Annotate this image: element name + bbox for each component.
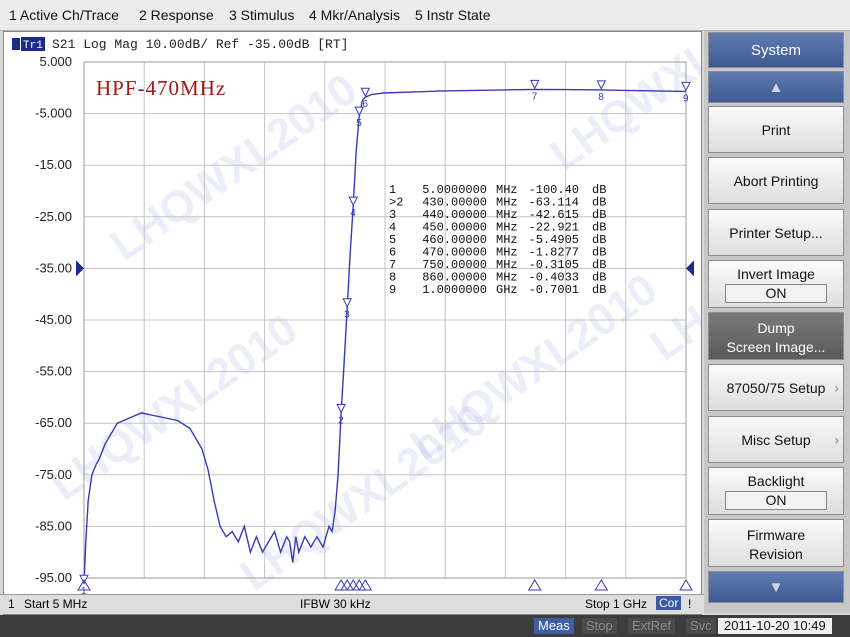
y-tick-label: -35.00 [35,260,72,275]
marker-stimulus-triangle [334,579,349,591]
firmware-revision-button[interactable]: Firmware Revision [708,519,844,567]
active-trace-indicator [12,38,20,50]
marker-number: 4 [350,208,356,219]
marker-flag[interactable] [348,196,359,207]
plot-area[interactable]: LHQWXL2010LHQWXL2010LHQWXL2010LHQWXL2010… [4,32,701,594]
print-button[interactable]: Print [708,106,844,153]
y-tick-label: -5.000 [35,106,72,121]
softkey-scroll-down-button[interactable]: ▼ [708,571,844,603]
y-tick-label: 5.000 [39,54,72,69]
marker-readout-value: -0.7001 [529,283,579,297]
marker-readout-unit: GHz [496,283,518,297]
marker-flag[interactable] [336,403,346,414]
marker-number: 2 [338,415,344,426]
setup-87050-button[interactable]: 87050/75 Setup › [708,364,844,411]
marker-stimulus-triangle [527,579,542,591]
ref-level-marker-left [76,260,84,277]
marker-number: 3 [344,310,350,321]
chart-title: HPF-470MHz [96,76,226,100]
backlight-toggle[interactable]: Backlight ON [708,467,844,515]
start-frequency[interactable]: Start 5 MHz [24,597,87,611]
printer-setup-button[interactable]: Printer Setup... [708,209,844,256]
marker-stimulus-triangle [352,579,367,591]
invert-image-toggle[interactable]: Invert Image ON [708,260,844,308]
marker-stimulus-triangle [679,579,693,591]
marker-stimulus-triangle [358,579,373,591]
trace-header: S21 Log Mag 10.00dB/ Ref -35.00dB [RT] [52,37,348,52]
svc-indicator: Svc [686,618,716,634]
ifbw-setting[interactable]: IFBW 30 kHz [300,597,371,611]
stop-frequency[interactable]: Stop 1 GHz [585,597,647,611]
watermark-text: LHQWXL2010 [232,395,496,594]
softkey-panel: System ▲ Print Abort Printing Printer Se… [704,31,850,613]
marker-number: 6 [362,99,368,110]
marker-number: 5 [356,118,362,129]
meas-indicator: Meas [534,618,574,634]
y-tick-label: -75.00 [35,467,72,482]
marker-readout-frequency: 1.0000000 [422,283,487,297]
extref-indicator: ExtRef [628,618,676,634]
y-tick-label: -15.00 [35,157,72,172]
marker-flag[interactable] [529,79,540,90]
softkey-scroll-up-button[interactable]: ▲ [708,71,844,103]
instrument-status-bar: Meas Stop ExtRef Svc 2011-10-20 10:49 [0,615,850,637]
chevron-right-icon: › [834,379,839,395]
menu-mkr-analysis[interactable]: 4 Mkr/Analysis [309,7,400,23]
watermark-text: LHQWXL2010 [42,305,306,511]
abort-printing-button[interactable]: Abort Printing [708,157,844,204]
trace-tag: Tr1 [23,40,43,52]
menu-stimulus[interactable]: 3 Stimulus [229,7,294,23]
y-tick-label: -85.00 [35,518,72,533]
dump-screen-image-button[interactable]: Dump Screen Image... [708,312,844,360]
warning-indicator: ! [688,597,692,611]
triangle-down-icon: ▼ [768,578,784,596]
menu-bar: 1 Active Ch/Trace 2 Response 3 Stimulus … [0,0,850,31]
channel-number: 1 [8,597,15,611]
y-tick-label: -55.00 [35,364,72,379]
y-tick-label: -25.00 [35,209,72,224]
misc-setup-button[interactable]: Misc Setup › [708,416,844,463]
softkey-title: System [708,32,844,68]
status-bar: 1 Start 5 MHz IFBW 30 kHz Stop 1 GHz Cor… [0,594,704,614]
correction-badge: Cor [656,596,682,610]
y-tick-label: -45.00 [35,312,72,327]
menu-instr-state[interactable]: 5 Instr State [415,7,490,23]
menu-response[interactable]: 2 Response [139,7,214,23]
ref-level-marker-right [686,260,694,277]
marker-stimulus-triangle [340,579,355,591]
backlight-value: ON [725,491,827,510]
marker-readout-number: 9 [389,283,396,297]
y-tick-label: -95.00 [35,570,72,585]
chevron-right-icon: › [834,431,839,447]
menu-active-ch-trace[interactable]: 1 Active Ch/Trace [9,7,119,23]
marker-stimulus-triangle [346,579,361,591]
stop-indicator: Stop [582,618,617,634]
marker-flag[interactable] [342,298,352,308]
marker-readout-db: dB [592,283,606,297]
marker-number: 7 [532,91,538,102]
y-tick-label: -65.00 [35,415,72,430]
trace-window: LHQWXL2010 LHQWXL2010 LHQWXL2010 LHQWXL2010… [3,31,702,615]
triangle-up-icon: ▲ [768,78,784,96]
invert-image-value: ON [725,284,827,303]
marker-stimulus-triangle [594,579,609,591]
marker-flag[interactable] [360,87,371,98]
date-time-display: 2011-10-20 10:49 [718,618,832,634]
marker-number: 8 [598,92,604,103]
marker-flag[interactable] [596,80,607,90]
marker-number: 9 [683,93,689,104]
